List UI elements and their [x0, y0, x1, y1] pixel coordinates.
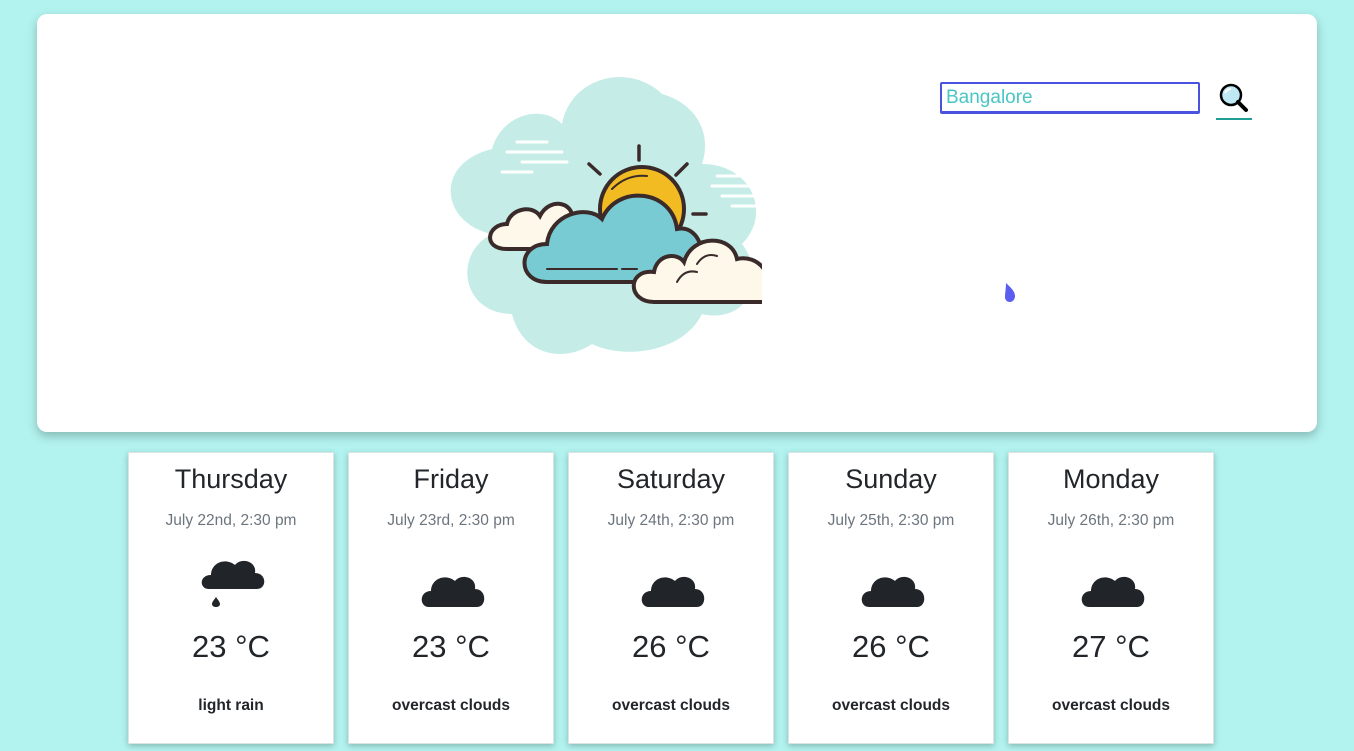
forecast-date: July 25th, 2:30 pm: [827, 512, 955, 529]
forecast-card: Thursday July 22nd, 2:30 pm 23 °C light …: [128, 452, 334, 744]
forecast-card: Friday July 23rd, 2:30 pm 23 °C overcast…: [348, 452, 554, 744]
forecast-card: Saturday July 24th, 2:30 pm 26 °C overca…: [568, 452, 774, 744]
forecast-temperature: 26 °C: [852, 629, 930, 664]
cloud-icon: [421, 576, 485, 607]
city-search-input[interactable]: [940, 82, 1200, 114]
rain-cloud-icon: [201, 560, 265, 607]
forecast-day: Saturday: [616, 464, 726, 494]
forecast-day: Friday: [413, 464, 489, 494]
forecast-card: Monday July 26th, 2:30 pm 27 °C overcast…: [1008, 452, 1214, 744]
forecast-temperature: 23 °C: [412, 629, 490, 664]
forecast-temperature: 23 °C: [192, 629, 270, 664]
cloud-icon: [641, 576, 705, 607]
forecast-description: light rain: [198, 697, 264, 714]
forecast-day: Thursday: [174, 464, 288, 494]
water-drop-icon: [1005, 283, 1015, 302]
forecast-day: Monday: [1062, 464, 1160, 494]
forecast-date: July 23rd, 2:30 pm: [387, 512, 515, 529]
forecast-description: overcast clouds: [1051, 697, 1171, 714]
forecast-date: July 22nd, 2:30 pm: [165, 512, 297, 529]
hero-panel: [37, 14, 1317, 432]
forecast-temperature: 26 °C: [632, 629, 710, 664]
search-icon: [1219, 83, 1248, 112]
forecast-description: overcast clouds: [391, 697, 511, 714]
forecast-day: Sunday: [845, 464, 937, 494]
forecast-temperature: 27 °C: [1072, 629, 1150, 664]
forecast-description: overcast clouds: [831, 697, 951, 714]
search-button[interactable]: [1216, 82, 1252, 120]
cloud-icon: [1081, 576, 1145, 607]
partly-cloudy-illustration: [450, 77, 762, 354]
forecast-card: Sunday July 25th, 2:30 pm 26 °C overcast…: [788, 452, 994, 744]
search-bar: [940, 82, 1252, 122]
cloud-icon: [861, 576, 925, 607]
forecast-date: July 26th, 2:30 pm: [1047, 512, 1175, 529]
forecast-description: overcast clouds: [611, 697, 731, 714]
forecast-date: July 24th, 2:30 pm: [607, 512, 735, 529]
